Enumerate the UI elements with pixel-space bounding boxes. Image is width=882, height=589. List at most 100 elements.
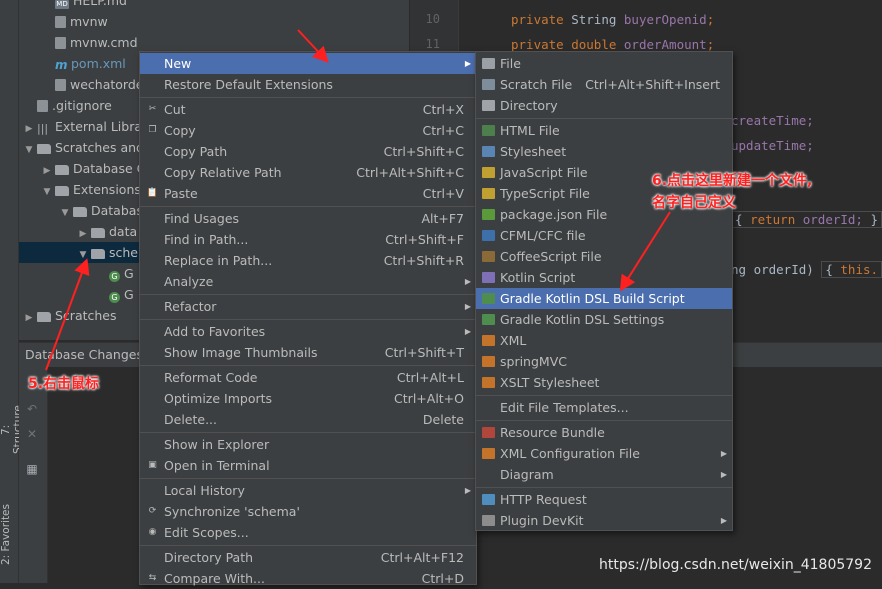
menu-item-label: Gradle Kotlin DSL Settings	[500, 312, 665, 327]
menu-item-shortcut: Ctrl+Alt+F12	[380, 550, 464, 565]
new-submenu-item[interactable]: Directory	[476, 95, 732, 116]
menu-item-label: HTML File	[500, 123, 560, 138]
context-menu-item[interactable]: Analyze ▶	[140, 271, 476, 292]
code-field: buyerOpenid	[623, 12, 707, 27]
new-submenu-item[interactable]: Plugin DevKit ▶	[476, 510, 732, 531]
context-menu-item[interactable]: Refactor ▶	[140, 296, 476, 317]
watermark: https://blog.csdn.net/weixin_41805792	[598, 557, 872, 573]
new-submenu-item[interactable]: XSLT Stylesheet	[476, 372, 732, 393]
context-menu-item[interactable]: Show in Explorer	[140, 434, 476, 455]
xml-file-icon	[482, 335, 495, 346]
context-menu-item[interactable]: ◉ Edit Scopes...	[140, 522, 476, 543]
menu-separator	[140, 432, 476, 433]
file-icon	[55, 37, 66, 49]
menu-item-label: TypeScript File	[500, 186, 590, 201]
new-submenu-item[interactable]: Diagram ▶	[476, 464, 732, 485]
new-submenu-item[interactable]: Resource Bundle	[476, 422, 732, 443]
annotation-new-file-line1: 6.点击这里新建一个文件,	[652, 173, 813, 189]
new-submenu-item[interactable]: Kotlin Script	[476, 267, 732, 288]
context-menu-item[interactable]: Optimize Imports Ctrl+Alt+O	[140, 388, 476, 409]
scratch-file-icon	[482, 79, 495, 90]
code-field: orderId;	[802, 212, 863, 227]
menu-item-shortcut: Ctrl+V	[422, 186, 464, 201]
context-menu-item[interactable]: Delete... Delete	[140, 409, 476, 430]
context-menu-item[interactable]: Show Image Thumbnails Ctrl+Shift+T	[140, 342, 476, 363]
new-submenu-item[interactable]: XML	[476, 330, 732, 351]
tree-node[interactable]: mvnw.cmd	[19, 32, 409, 53]
menu-item-label: Diagram	[500, 467, 554, 482]
new-submenu-item[interactable]: Gradle Kotlin DSL Settings	[476, 309, 732, 330]
menu-item-label: Stylesheet	[500, 144, 567, 159]
tree-node-label: Database C	[73, 161, 146, 176]
compare-icon: ⇆	[148, 573, 157, 583]
menu-item-shortcut: Ctrl+Shift+T	[384, 345, 464, 360]
context-menu-item[interactable]: Copy Relative Path Ctrl+Alt+Shift+C	[140, 162, 476, 183]
tree-node-label: External Librar	[55, 119, 148, 134]
new-submenu-item[interactable]: CoffeeScript File	[476, 246, 732, 267]
new-submenu-item[interactable]: CFML/CFC file	[476, 225, 732, 246]
new-submenu-item[interactable]: HTTP Request	[476, 489, 732, 510]
menu-item-label: Open in Terminal	[164, 458, 270, 473]
paste-icon: 📋	[146, 188, 159, 198]
favorites-tab[interactable]: 2: Favorites	[0, 500, 18, 570]
new-submenu-item[interactable]: springMVC	[476, 351, 732, 372]
submenu-arrow-icon: ▶	[464, 302, 471, 311]
menu-item-label: Edit Scopes...	[164, 525, 249, 540]
context-menu-item[interactable]: Find in Path... Ctrl+Shift+F	[140, 229, 476, 250]
collapse-icon[interactable]: ✕	[25, 427, 39, 441]
menu-item-label: Add to Favorites	[164, 324, 266, 339]
context-menu-item[interactable]: ▣ Open in Terminal	[140, 455, 476, 476]
tree-node-label: HELP.md	[73, 0, 127, 8]
context-menu-item[interactable]: Replace in Path... Ctrl+Shift+R	[140, 250, 476, 271]
menu-item-label: Delete...	[164, 412, 217, 427]
structure-tab[interactable]: 7: Structure	[0, 400, 24, 460]
new-submenu-item[interactable]: File	[476, 53, 732, 74]
context-menu-item[interactable]: Reformat Code Ctrl+Alt+L	[140, 367, 476, 388]
code-keyword: return	[750, 212, 796, 227]
menu-item-label: Copy Path	[164, 144, 228, 159]
new-submenu-item[interactable]: Edit File Templates...	[476, 397, 732, 418]
context-menu-item[interactable]: New ▶	[140, 53, 476, 74]
tree-node-label: pom.xml	[71, 56, 126, 71]
menu-item-shortcut: Ctrl+Alt+O	[394, 391, 464, 406]
tree-node-label: mvnw.cmd	[70, 35, 138, 50]
menu-item-label: XML Configuration File	[500, 446, 640, 461]
undo-icon[interactable]: ↶	[25, 402, 39, 416]
context-menu-item[interactable]: ⟳ Synchronize 'schema'	[140, 501, 476, 522]
new-submenu-item[interactable]: Scratch File Ctrl+Alt+Shift+Insert	[476, 74, 732, 95]
new-submenu-item[interactable]: XML Configuration File ▶	[476, 443, 732, 464]
chevron-right-icon[interactable]: ▶	[23, 308, 35, 329]
context-menu-item[interactable]: ✂ Cut Ctrl+X	[140, 99, 476, 120]
tree-node[interactable]: mvnw	[19, 11, 409, 32]
menu-item-label: File	[500, 56, 521, 71]
tree-node-label: Scratches and	[55, 140, 144, 155]
context-menu-item[interactable]: ❐ Copy Ctrl+C	[140, 120, 476, 141]
gradle-icon	[482, 314, 495, 325]
tree-node[interactable]: MD HELP.md	[19, 0, 409, 11]
context-menu-item[interactable]: Restore Default Extensions	[140, 74, 476, 95]
submenu-arrow-icon: ▶	[464, 486, 471, 495]
layout-icon[interactable]: ▦	[25, 462, 39, 476]
menu-item-label: XSLT Stylesheet	[500, 375, 600, 390]
context-menu-item[interactable]: Directory Path Ctrl+Alt+F12	[140, 547, 476, 568]
new-submenu-item[interactable]: Gradle Kotlin DSL Build Script	[476, 288, 732, 309]
submenu-arrow-icon: ▶	[720, 449, 727, 458]
menu-item-label: Paste	[164, 186, 198, 201]
gradle-icon: G	[109, 292, 120, 303]
context-menu-item[interactable]: Local History ▶	[140, 480, 476, 501]
context-menu-item[interactable]: 📋 Paste Ctrl+V	[140, 183, 476, 204]
new-submenu-item[interactable]: Stylesheet	[476, 141, 732, 162]
new-submenu-item[interactable]: HTML File	[476, 120, 732, 141]
css-file-icon	[482, 146, 495, 157]
context-menu-item[interactable]: ⇆ Compare With... Ctrl+D	[140, 568, 476, 589]
code-keyword: private	[511, 12, 564, 27]
context-menu-item[interactable]: Find Usages Alt+F7	[140, 208, 476, 229]
xml-config-icon	[482, 448, 495, 459]
context-menu-item[interactable]: Copy Path Ctrl+Shift+C	[140, 141, 476, 162]
menu-item-label: Local History	[164, 483, 245, 498]
menu-item-label: Copy	[164, 123, 196, 138]
database-changes-title[interactable]: Database Changes	[25, 347, 143, 362]
context-menu-item[interactable]: Add to Favorites ▶	[140, 321, 476, 342]
code-keyword: private	[511, 37, 564, 52]
code-keyword: this.	[840, 262, 879, 277]
